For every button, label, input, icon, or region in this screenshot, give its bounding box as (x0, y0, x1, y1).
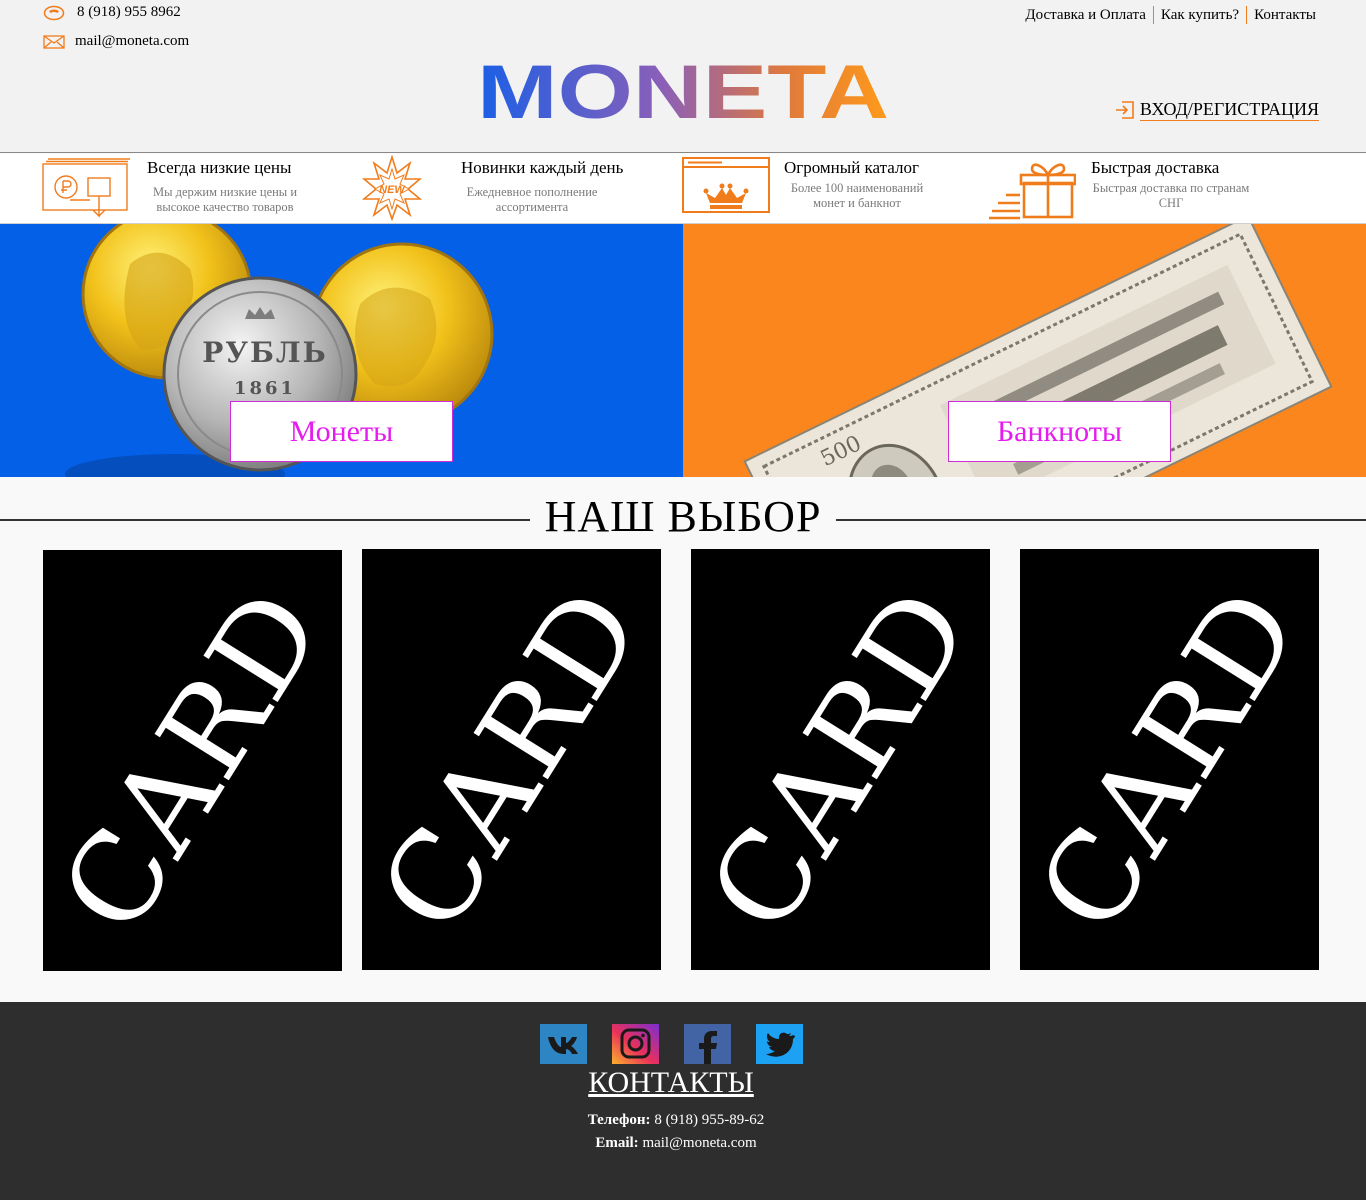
product-card[interactable]: CARD (43, 550, 342, 971)
price-tag-icon (42, 158, 130, 218)
feature-title: Быстрая доставка (1091, 158, 1220, 177)
coins-banner[interactable]: РУБЛЬ 1861 Монеты (0, 224, 683, 477)
mail-icon (43, 34, 65, 49)
coins-button[interactable]: Монеты (230, 401, 453, 462)
nav-contacts-link[interactable]: Контакты (1246, 6, 1316, 24)
vk-icon[interactable] (540, 1024, 587, 1064)
login-label: ВХОД/РЕГИСТРАЦИЯ (1139, 99, 1319, 121)
feature-big-catalog: Огромный каталог Более 100 наименований … (682, 154, 982, 224)
footer-email-row: Email: mail@moneta.com (0, 1135, 1352, 1152)
twitter-icon[interactable] (756, 1024, 803, 1064)
feature-low-prices: Всегда низкие цены Мы держим низкие цены… (42, 154, 342, 224)
facebook-icon[interactable] (684, 1024, 731, 1064)
new-badge-icon: NEW (362, 155, 422, 221)
site-logo[interactable]: MONETA (473, 54, 893, 124)
card-placeholder-text: CARD (362, 564, 661, 955)
catalog-crown-icon (682, 157, 770, 213)
feature-new-items: NEW Новинки каждый день Ежедневное попол… (362, 154, 662, 224)
banknotes-button[interactable]: Банкноты (948, 401, 1171, 462)
feature-title: Новинки каждый день (461, 158, 624, 177)
new-badge-text: NEW (379, 184, 406, 196)
header-phone[interactable]: 8 (918) 955 8962 (43, 4, 181, 21)
card-placeholder-text: CARD (691, 564, 990, 955)
feature-title: Огромный каталог (784, 158, 919, 177)
banknotes-banner[interactable]: 500 Банкноты (683, 224, 1366, 477)
instagram-icon[interactable] (612, 1024, 659, 1064)
social-links (540, 1024, 803, 1064)
logo-text: MONETA (477, 54, 889, 124)
site-header: 8 (918) 955 8962 mail@moneta.com Доставк… (0, 0, 1366, 153)
footer-contacts-title[interactable]: КОНТАКТЫ (0, 1066, 1342, 1100)
site-footer: КОНТАКТЫ Телефон: 8 (918) 955-89-62 Emai… (0, 1002, 1366, 1200)
card-placeholder-text: CARD (1020, 564, 1319, 955)
login-icon (1115, 100, 1134, 119)
feature-fast-delivery: Быстрая доставка Быстрая доставка по стр… (988, 154, 1288, 224)
our-choice-heading: НАШ ВЫБОР (0, 492, 1366, 543)
feature-title: Всегда низкие цены (147, 158, 292, 177)
category-banners: РУБЛЬ 1861 Монеты 500 Банкноты (0, 224, 1366, 477)
feature-text: Ежедневное пополнение ассортимента (466, 185, 598, 214)
feature-text: Мы держим низкие цены и высокое качество… (152, 185, 298, 214)
heading-divider-left (0, 519, 530, 521)
nav-delivery-link[interactable]: Доставка и Оплата (1018, 6, 1153, 24)
coin-year: 1861 (234, 378, 296, 399)
feature-text: Быстрая доставка по странам СНГ (1092, 181, 1250, 210)
top-nav: Доставка и Оплата Как купить? Контакты (1018, 6, 1316, 24)
footer-email-label: Email: (595, 1135, 639, 1151)
features-bar: Всегда низкие цены Мы держим низкие цены… (0, 154, 1366, 224)
section-title: НАШ ВЫБОР (544, 492, 822, 541)
product-card[interactable]: CARD (362, 549, 661, 970)
card-placeholder-text: CARD (43, 565, 342, 956)
header-email[interactable]: mail@moneta.com (43, 33, 189, 50)
nav-how-to-buy-link[interactable]: Как купить? (1152, 6, 1246, 24)
coin-text: РУБЛЬ (202, 336, 328, 369)
phone-icon (43, 5, 65, 20)
product-card[interactable]: CARD (1020, 549, 1319, 970)
feature-text: Более 100 наименований монет и банкнот (790, 181, 924, 210)
login-register-link[interactable]: ВХОД/РЕГИСТРАЦИЯ (1114, 98, 1319, 121)
footer-phone-row: Телефон: 8 (918) 955-89-62 (0, 1112, 1352, 1129)
header-phone-text: 8 (918) 955 8962 (77, 4, 181, 20)
footer-phone[interactable]: 8 (918) 955-89-62 (654, 1112, 764, 1128)
gift-delivery-icon (989, 163, 1076, 220)
heading-divider-right (836, 519, 1366, 521)
footer-email[interactable]: mail@moneta.com (642, 1135, 756, 1151)
product-card[interactable]: CARD (691, 549, 990, 970)
footer-phone-label: Телефон: (587, 1112, 651, 1128)
header-email-text: mail@moneta.com (75, 33, 190, 49)
